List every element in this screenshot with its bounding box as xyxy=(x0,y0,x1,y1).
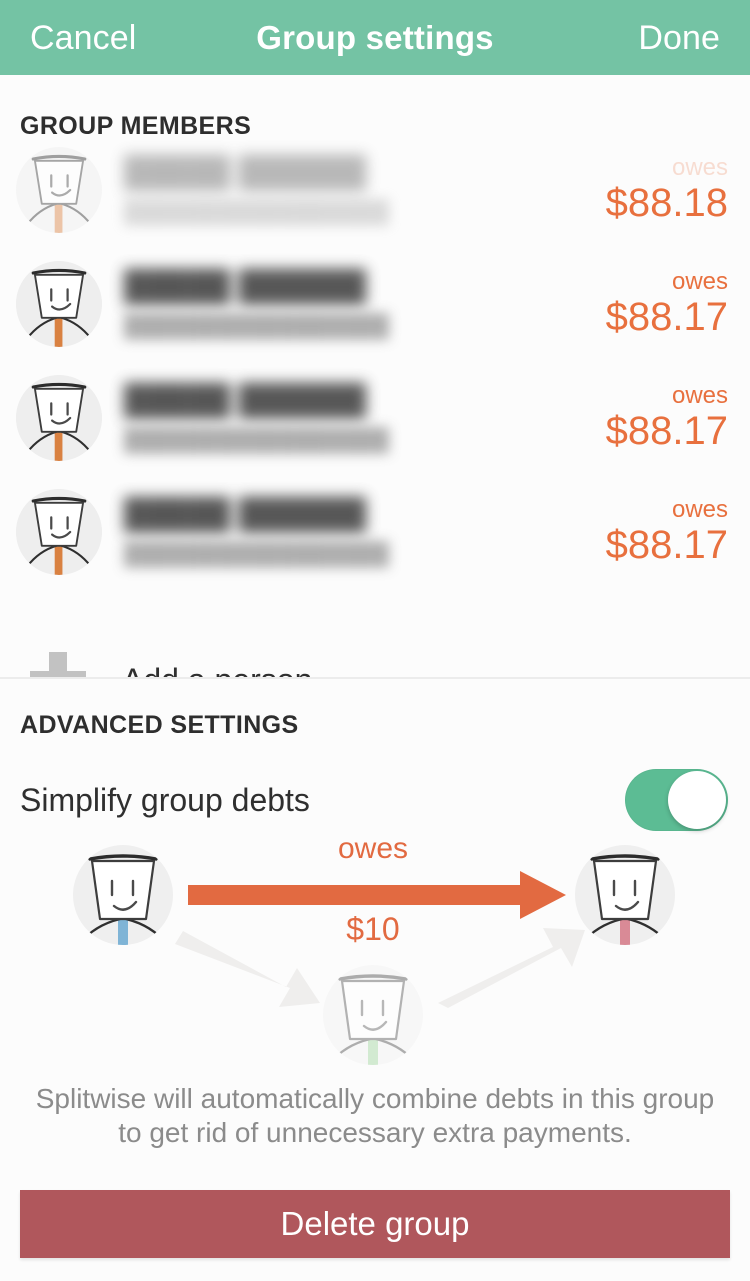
simplify-description: Splitwise will automatically combine deb… xyxy=(35,1083,715,1148)
avatar-bottom xyxy=(323,965,423,1065)
member-email: █████████████████ xyxy=(124,313,389,339)
avatar xyxy=(16,147,102,233)
navigation-bar: Cancel Group settings Done xyxy=(0,0,750,75)
member-info: █████ ██████ █████████████████ xyxy=(124,498,606,567)
member-name: █████ ██████ xyxy=(124,497,367,531)
avatar-left xyxy=(73,845,173,945)
simplify-group-debts-toggle[interactable] xyxy=(625,769,728,831)
add-person-row[interactable]: Add a person xyxy=(0,630,750,677)
avatar-right xyxy=(575,845,675,945)
faded-arrow-left-to-bottom xyxy=(175,931,320,1007)
diagram-amount-label: $10 xyxy=(346,911,399,947)
member-info: █████ ██████ █████████████████ xyxy=(124,384,606,453)
avatar xyxy=(16,489,102,575)
member-name: █████ ██████ xyxy=(124,383,367,417)
toggle-knob xyxy=(668,771,726,829)
group-members-heading: GROUP MEMBERS xyxy=(20,112,252,140)
member-row[interactable]: █████ ██████ █████████████████ owes $88.17 xyxy=(0,361,750,475)
avatar xyxy=(16,261,102,347)
member-row[interactable]: █████ ██████ █████████████████ owes $88.18 xyxy=(0,133,750,247)
member-row[interactable]: █████ ██████ █████████████████ owes $88.17 xyxy=(0,247,750,361)
diagram-owes-label: owes xyxy=(338,832,408,865)
advanced-settings-heading: ADVANCED SETTINGS xyxy=(20,711,299,739)
member-balance: owes $88.17 xyxy=(606,383,728,453)
delete-group-button[interactable]: Delete group xyxy=(20,1190,730,1258)
member-balance: owes $88.17 xyxy=(606,497,728,567)
simplify-group-debts-label: Simplify group debts xyxy=(20,781,310,818)
owes-label: owes xyxy=(671,495,728,523)
member-email: █████████████████ xyxy=(124,199,389,225)
group-members-section: █████ ██████ █████████████████ owes $88.18 █… xyxy=(0,75,750,677)
member-info: █████ ██████ █████████████████ xyxy=(124,270,606,339)
done-button[interactable]: Done xyxy=(638,21,720,55)
member-balance: owes $88.18 xyxy=(606,155,728,225)
owes-label: owes xyxy=(671,153,728,181)
member-name: █████ ██████ xyxy=(124,155,367,189)
debt-simplification-diagram: owes $10 xyxy=(0,825,750,1075)
owed-amount: $88.17 xyxy=(605,295,728,340)
owes-label: owes xyxy=(671,267,728,295)
plus-icon xyxy=(30,652,86,677)
section-divider xyxy=(0,677,750,679)
member-name: █████ ██████ xyxy=(124,269,367,303)
cancel-button[interactable]: Cancel xyxy=(30,21,136,55)
avatar xyxy=(16,375,102,461)
member-email: █████████████████ xyxy=(124,541,389,567)
owed-amount: $88.17 xyxy=(605,523,728,568)
member-email: █████████████████ xyxy=(124,427,389,453)
member-balance: owes $88.17 xyxy=(606,269,728,339)
add-person-label: Add a person xyxy=(122,662,312,678)
owed-amount: $88.18 xyxy=(605,181,728,226)
group-settings-screen: Cancel Group settings Done █████ ██████ █… xyxy=(0,0,750,1281)
owes-label: owes xyxy=(671,381,728,409)
member-info: █████ ██████ █████████████████ xyxy=(124,156,606,225)
owed-amount: $88.17 xyxy=(605,409,728,454)
faded-arrow-bottom-to-right xyxy=(438,928,585,1008)
page-title: Group settings xyxy=(256,18,494,56)
member-row[interactable]: █████ ██████ █████████████████ owes $88.17 xyxy=(0,475,750,589)
